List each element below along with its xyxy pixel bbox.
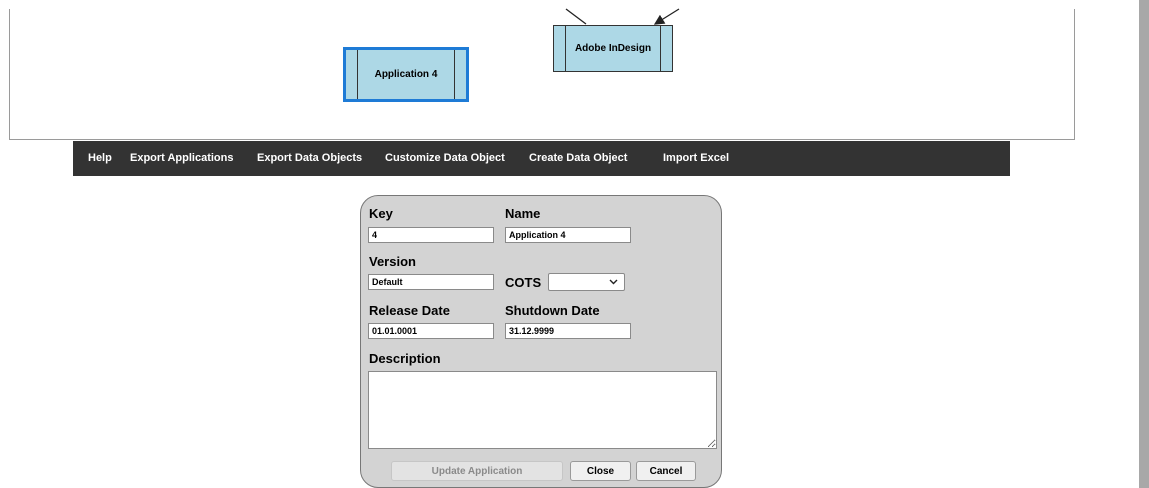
cancel-button[interactable]: Cancel — [636, 461, 696, 481]
version-label: Version — [369, 254, 416, 269]
close-button[interactable]: Close — [570, 461, 631, 481]
app-node-adobe-indesign[interactable]: Adobe InDesign — [553, 25, 673, 72]
menu-import-excel[interactable]: Import Excel — [663, 152, 729, 164]
menu-help[interactable]: Help — [88, 152, 112, 164]
shutdown-date-input[interactable] — [505, 323, 631, 339]
menu-export-applications[interactable]: Export Applications — [130, 152, 234, 164]
name-label: Name — [505, 206, 541, 221]
version-input[interactable] — [368, 274, 494, 290]
release-date-input[interactable] — [368, 323, 494, 339]
name-input[interactable] — [505, 227, 631, 243]
menu-customize-data-object[interactable]: Customize Data Object — [385, 152, 505, 164]
menu-export-data-objects[interactable]: Export Data Objects — [257, 152, 362, 164]
update-application-button[interactable]: Update Application — [391, 461, 563, 481]
chevron-down-icon — [609, 279, 618, 285]
cots-label: COTS — [505, 275, 542, 290]
menu-create-data-object[interactable]: Create Data Object — [529, 152, 627, 164]
app-node-label: Application 4 — [374, 69, 438, 80]
key-label: Key — [369, 206, 393, 221]
app-node-label: Adobe InDesign — [574, 43, 652, 54]
description-textarea[interactable] — [368, 371, 717, 449]
release-date-label: Release Date — [369, 303, 450, 318]
key-input[interactable] — [368, 227, 494, 243]
description-label: Description — [369, 351, 441, 366]
diagram-canvas[interactable] — [9, 9, 1075, 140]
app-node-application-4[interactable]: Application 4 — [343, 47, 469, 102]
application-edit-dialog: Key Name Version COTS Release Date Shutd… — [360, 195, 722, 488]
shutdown-date-label: Shutdown Date — [505, 303, 600, 318]
cots-select[interactable] — [548, 273, 625, 291]
vertical-scrollbar[interactable] — [1139, 0, 1149, 488]
menu-bar: Help Export Applications Export Data Obj… — [73, 141, 1010, 176]
